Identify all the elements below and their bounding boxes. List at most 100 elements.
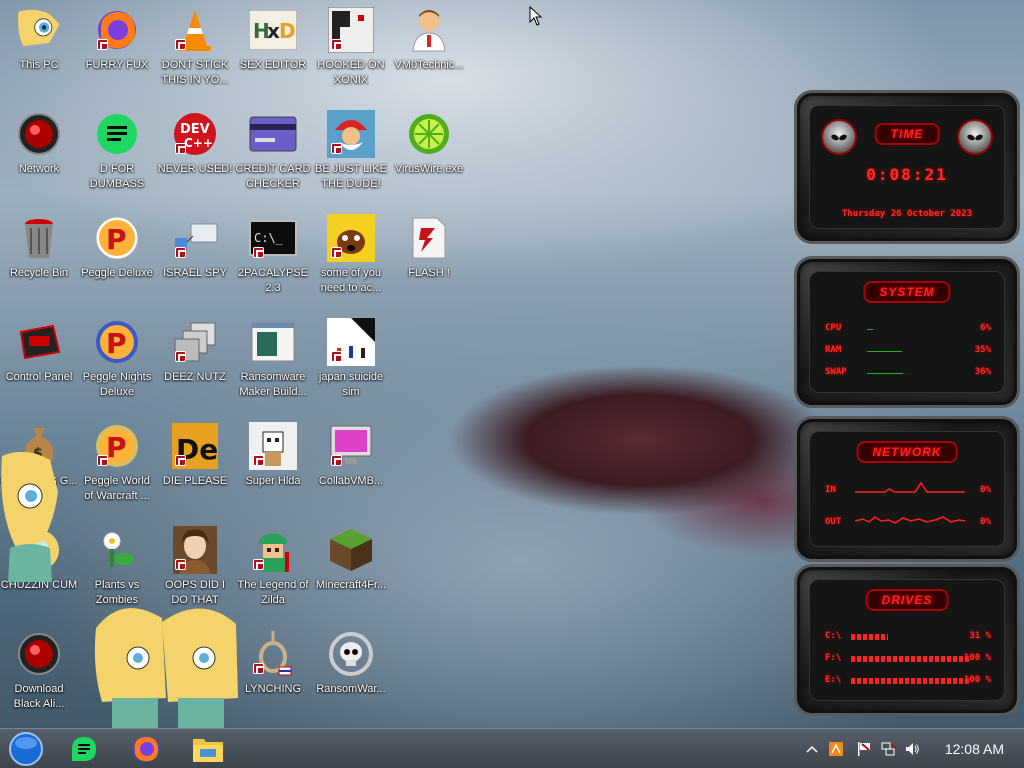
desktop-icon-label: NEVER USED!	[157, 163, 233, 175]
doctor-avatar-icon	[405, 6, 453, 54]
desktop-icon-peggle-nights[interactable]: P Peggle Nights Deluxe	[78, 312, 156, 412]
desktop-icon-credit-card-checker[interactable]: CREDIT CARD CHECKER	[234, 104, 312, 204]
shortcut-arrow-icon	[175, 351, 186, 362]
desktop-icon-never-used[interactable]: DEV C++ NEVER USED!	[156, 104, 234, 204]
net-in-value: 0%	[980, 485, 991, 495]
desktop-icon-viruswire[interactable]: VirusWire.exe	[390, 104, 468, 204]
de-letters-icon: De	[171, 422, 219, 470]
desktop-icon-deez-nutz[interactable]: DEEZ NUTZ	[156, 312, 234, 412]
drive-f-value: 100 %	[963, 653, 991, 663]
desktop-icon-recycle-bin[interactable]: Recycle Bin	[0, 208, 78, 308]
chevron-up-icon[interactable]	[804, 741, 820, 757]
alien-head-icon	[821, 119, 857, 155]
desktop-icon-this-pc[interactable]: This PC	[0, 0, 78, 100]
desktop-icon-furry-fux[interactable]: FURRY FUX	[78, 0, 156, 100]
desktop-icon-israel-spy[interactable]: ISRAEL SPY	[156, 208, 234, 308]
chat-app-icon[interactable]	[66, 731, 102, 767]
net-out-graph	[855, 516, 965, 524]
net-in-label: IN	[825, 485, 836, 495]
drives-title: DRIVES	[865, 589, 949, 611]
desktop-icon-super-hlda[interactable]: Super Hlda	[234, 416, 312, 516]
file-explorer-icon[interactable]	[190, 731, 226, 767]
grass-block-icon	[327, 526, 375, 574]
shortcut-arrow-icon	[253, 559, 264, 570]
desktop-icon-collabvm[interactable]: CollabVMB...	[312, 416, 390, 516]
swap-label: SWAP	[825, 367, 847, 377]
desktop-icon-label: VirusWire.exe	[394, 163, 464, 175]
usage-bar	[867, 351, 902, 352]
terminal-icon: C:\_	[249, 214, 297, 262]
desktop-icon-2pacalypse[interactable]: C:\_ 2PACALYPSE 2.3	[234, 208, 312, 308]
desktop-icon-network[interactable]: Network	[0, 104, 78, 204]
desktop-icon-d-for-dumbass[interactable]: D FOR DUMBASS	[78, 104, 156, 204]
svg-text:D: D	[279, 19, 296, 43]
cpu-label: CPU	[825, 323, 842, 333]
pixel-game-icon	[327, 318, 375, 366]
star-cartoon-icon	[15, 6, 63, 54]
desktop-icon-be-just-like-the-dude[interactable]: BE JUST LIKE THE DUDE!	[312, 104, 390, 204]
dog-cartoon-icon	[327, 214, 375, 262]
pixel-cat-icon	[249, 422, 297, 470]
desktop-icon-label: LYNCHING	[244, 683, 302, 695]
drive-c-label: C:\	[825, 631, 842, 641]
flag-icon[interactable]	[856, 741, 872, 757]
drive-f-label: F:\	[825, 653, 842, 663]
desktop-icon-minecraft[interactable]: Minecraft4Fr...	[312, 520, 390, 620]
desktop-icon-flash[interactable]: FLASH !	[390, 208, 468, 308]
tray-app-icon[interactable]	[828, 741, 844, 757]
portrait-icon	[171, 526, 219, 574]
desktop-icon-vm0technic[interactable]: VM0Technic...	[390, 0, 468, 100]
shortcut-arrow-icon	[331, 143, 342, 154]
alien-head-icon	[957, 119, 993, 155]
desktop-icon-label: VM0Technic...	[394, 59, 464, 71]
desktop-icon-label: Ransomware Maker Build...	[239, 371, 307, 398]
drive-usage-bar	[851, 656, 971, 662]
start-orb-icon[interactable]	[8, 731, 44, 767]
spy-network-icon	[171, 214, 219, 262]
desktop-icon-hooked-on-xonix[interactable]: HOOKED ON XONIX	[312, 0, 390, 100]
desktop-icon-label: This PC	[19, 59, 59, 71]
desktop-icon-label: japan suicide sim	[318, 371, 384, 398]
widget-date: Thursday 26 October 2023	[841, 209, 973, 219]
net-out-label: OUT	[825, 517, 842, 527]
desktop-icon-control-panel[interactable]: Control Panel	[0, 312, 78, 412]
ram-row: RAM 35%	[825, 345, 991, 357]
desktop-icon-label: BE JUST LIKE THE DUDE!	[315, 163, 387, 190]
desktop-icon-download-black-ali[interactable]: Download Black Ali...	[0, 624, 78, 724]
shortcut-arrow-icon	[97, 39, 108, 50]
desktop-icon-label: The Legend of Zilda	[237, 579, 309, 606]
drive-c-row: C:\ 31 %	[825, 631, 991, 643]
svg-text:P: P	[106, 431, 127, 464]
desktop-icon-japan-suicide-sim[interactable]: japan suicide sim	[312, 312, 390, 412]
desktop-icon-dont-stick[interactable]: DONT STICK THIS IN YO...	[156, 0, 234, 100]
volume-icon[interactable]	[904, 741, 920, 757]
shortcut-arrow-icon	[175, 559, 186, 570]
cpu-row: CPU 6%	[825, 323, 991, 335]
desktop-icon-ransomwar[interactable]: RansomWar...	[312, 624, 390, 724]
desktop-icon-ransomware-maker[interactable]: Ransomware Maker Build...	[234, 312, 312, 412]
desktop-icon-label: Peggle World of Warcraft ...	[84, 475, 150, 502]
desktop-icon-sex-editor[interactable]: HxD SEX EDITOR	[234, 0, 312, 100]
desktop-icon-peggle-wow[interactable]: P Peggle World of Warcraft ...	[78, 416, 156, 516]
ram-label: RAM	[825, 345, 842, 355]
drive-c-value: 31 %	[969, 631, 991, 641]
desktop-icon-lynching[interactable]: LYNCHING	[234, 624, 312, 724]
firefox-icon[interactable]	[128, 731, 164, 767]
desktop-icon-peggle-deluxe[interactable]: P Peggle Deluxe	[78, 208, 156, 308]
vlc-cone-icon	[171, 6, 219, 54]
desktop-icon-label: Minecraft4Fr...	[315, 579, 387, 591]
network-title: NETWORK	[856, 441, 958, 463]
peggle-wow-icon: P	[93, 422, 141, 470]
desktop-icon-die-please[interactable]: De DIE PLEASE	[156, 416, 234, 516]
net-in-graph	[855, 481, 965, 493]
desktop-icon-label: Network	[18, 163, 60, 175]
desktop-icon-legend-of-zilda[interactable]: The Legend of Zilda	[234, 520, 312, 620]
drive-e-row: E:\ 100 %	[825, 675, 991, 687]
network-icon[interactable]	[880, 741, 896, 757]
taskbar-clock[interactable]: 12:08 AM	[945, 741, 1004, 757]
desktop-icon-label: CREDIT CARD CHECKER	[235, 163, 311, 190]
desktop-icon-some-of-you[interactable]: some of you need to ac...	[312, 208, 390, 308]
drive-usage-bar	[851, 678, 971, 684]
swap-row: SWAP 36%	[825, 367, 991, 379]
swap-value: 36%	[974, 367, 991, 377]
